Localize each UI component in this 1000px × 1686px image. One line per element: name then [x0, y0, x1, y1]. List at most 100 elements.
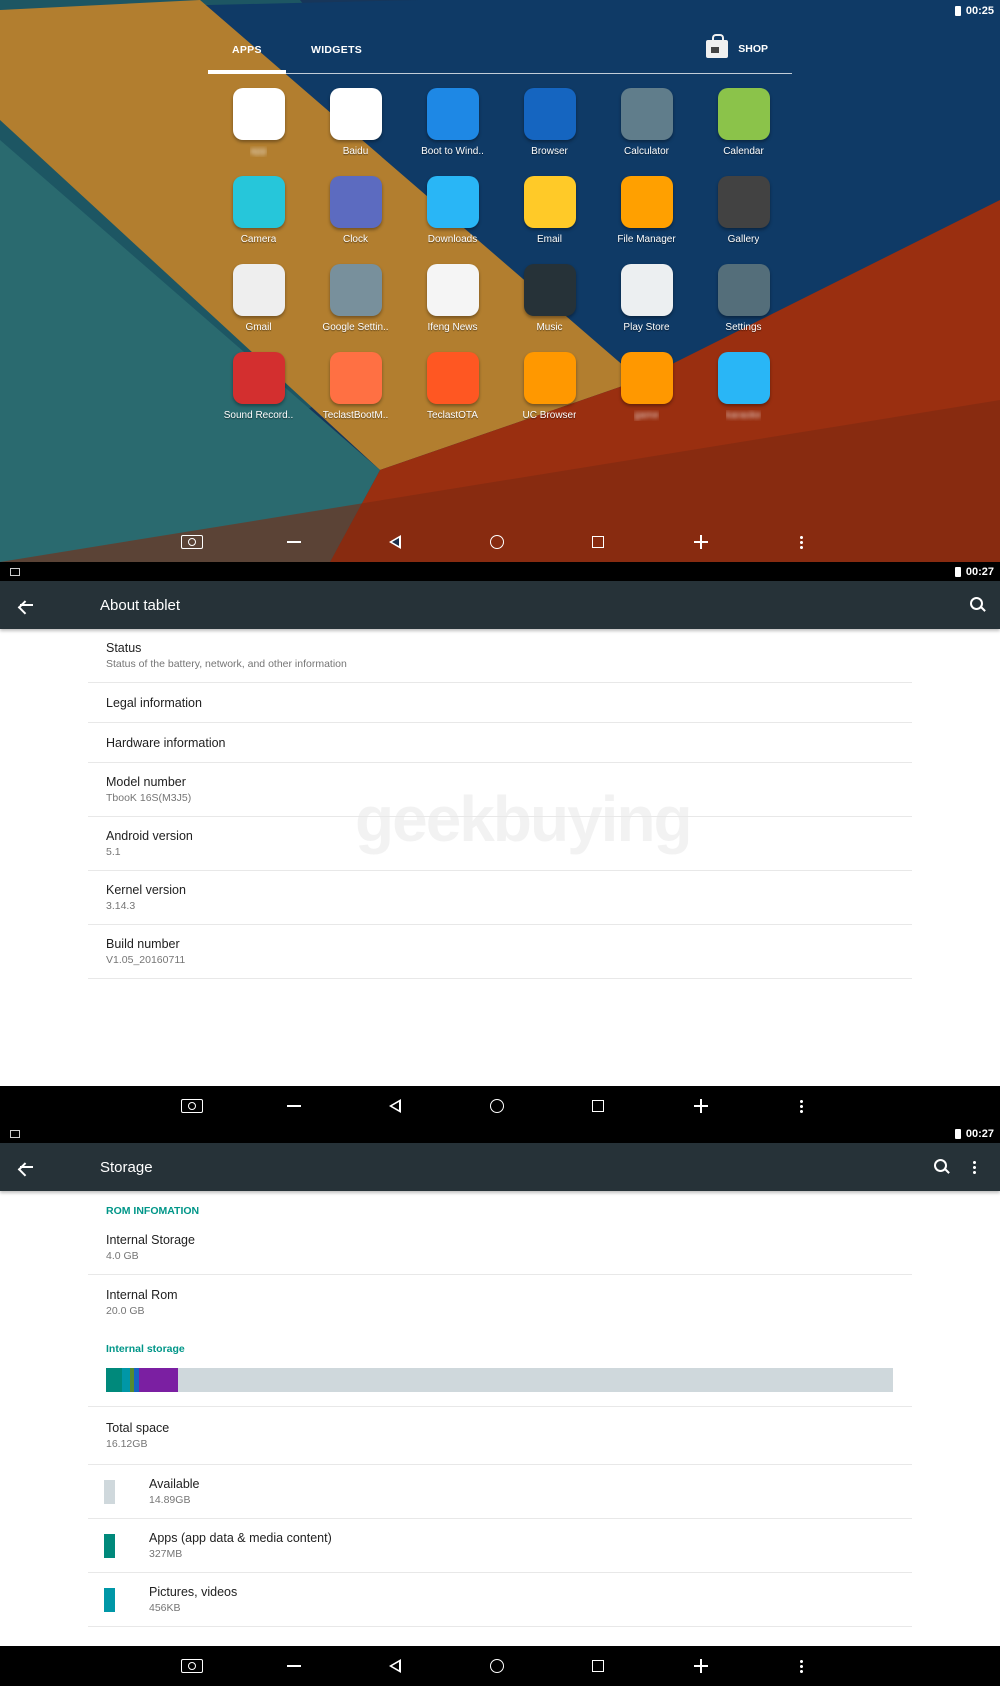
app-label: Camera [240, 234, 277, 245]
storage-list: ROM INFOMATION Internal Storage 4.0 GB Int… [0, 1191, 1000, 1627]
storage-usage-bar [106, 1368, 893, 1392]
about-item-status[interactable]: Status Status of the battery, network, an… [88, 629, 912, 683]
back-button[interactable] [380, 1656, 410, 1673]
app-label: UC Browser [522, 410, 577, 421]
back-button[interactable] [380, 532, 410, 549]
volume-down-button[interactable] [279, 1096, 309, 1107]
back-button[interactable] [380, 1096, 410, 1113]
app-gmail[interactable]: Gmail [210, 264, 307, 352]
menu-button[interactable] [786, 532, 816, 549]
rom-item-internal-rom[interactable]: Internal Rom 20.0 GB [88, 1275, 912, 1329]
home-circle-icon [490, 1099, 504, 1113]
volume-up-button[interactable] [686, 532, 716, 549]
home-button[interactable] [482, 1656, 512, 1673]
app-camera[interactable]: Camera [210, 176, 307, 264]
app-label: Ifeng News [427, 322, 478, 333]
item-subtitle: 5.1 [106, 846, 121, 858]
menu-button[interactable] [786, 1656, 816, 1673]
app-music[interactable]: Music [501, 264, 598, 352]
home-button[interactable] [482, 532, 512, 549]
recents-button[interactable] [583, 1096, 613, 1112]
navigation-bar [0, 1646, 1000, 1686]
app-baidu[interactable]: Baidu [307, 88, 404, 176]
menu-button[interactable] [786, 1096, 816, 1113]
app-file-manager[interactable]: File Manager [598, 176, 695, 264]
screenshot-button[interactable] [177, 1096, 207, 1113]
search-icon[interactable] [934, 1159, 950, 1175]
baidu-paw-icon [329, 88, 382, 140]
back-arrow-icon[interactable] [18, 597, 34, 613]
app-grid: app Baidu Boot to Wind.. Browser Calculator C… [210, 88, 792, 440]
about-item-kernel-version[interactable]: Kernel version 3.14.3 [88, 871, 912, 925]
recents-button[interactable] [583, 1656, 613, 1672]
gmail-icon [232, 264, 285, 316]
total-space-row[interactable]: Total space 16.12GB [88, 1407, 912, 1465]
app-hidden-23[interactable]: karaoke [695, 352, 792, 440]
about-item-build-number[interactable]: Build number V1.05_20160711 [88, 925, 912, 979]
app-teclastbootm[interactable]: TeclastBootM.. [307, 352, 404, 440]
item-title: Android version [106, 829, 193, 843]
storage-bar-row [88, 1365, 912, 1407]
minus-icon [287, 1105, 301, 1107]
back-arrow-icon[interactable] [18, 1159, 34, 1175]
more-vert-icon[interactable] [973, 1160, 976, 1174]
app-downloads[interactable]: Downloads [404, 176, 501, 264]
back-triangle-icon [389, 535, 401, 549]
volume-up-button[interactable] [686, 1656, 716, 1673]
app-boot-to-wind[interactable]: Boot to Wind.. [404, 88, 501, 176]
app-calculator[interactable]: Calculator [598, 88, 695, 176]
tab-widgets[interactable]: WIDGETS [311, 44, 362, 56]
app-ifeng-news[interactable]: Ifeng News [404, 264, 501, 352]
storage-legend-available[interactable]: Available 14.89GB [88, 1465, 912, 1519]
screenshot-button[interactable] [177, 532, 207, 549]
about-item-legal-information[interactable]: Legal information [88, 683, 912, 723]
app-calendar[interactable]: Calendar [695, 88, 792, 176]
toggle-icon [329, 352, 382, 404]
recents-button[interactable] [583, 532, 613, 548]
app-clock[interactable]: Clock [307, 176, 404, 264]
app-hidden-22[interactable]: game [598, 352, 695, 440]
toolbar: Storage [0, 1143, 1000, 1191]
about-item-hardware-information[interactable]: Hardware information [88, 723, 912, 763]
storage-legend-apps[interactable]: Apps (app data & media content) 327MB [88, 1519, 912, 1573]
storage-legend-pictures[interactable]: Pictures, videos 456KB [88, 1573, 912, 1627]
app-settings[interactable]: Settings [695, 264, 792, 352]
recents-square-icon [592, 536, 604, 548]
volume-down-button[interactable] [279, 1656, 309, 1667]
app-play-store[interactable]: Play Store [598, 264, 695, 352]
more-vert-icon [799, 535, 803, 549]
speaker-icon [523, 264, 576, 316]
toolbar: About tablet [0, 581, 1000, 629]
minus-icon [287, 1665, 301, 1667]
about-item-model-number[interactable]: Model number TbooK 16S(M3J5) [88, 763, 912, 817]
app-label: File Manager [617, 234, 676, 245]
app-google-settin[interactable]: Google Settin.. [307, 264, 404, 352]
app-teclastota[interactable]: TeclastOTA [404, 352, 501, 440]
app-gallery[interactable]: Gallery [695, 176, 792, 264]
status-bar: 00:27 [0, 562, 1000, 581]
app-browser[interactable]: Browser [501, 88, 598, 176]
navigation-bar [0, 522, 1000, 562]
app-email[interactable]: Email [501, 176, 598, 264]
shop-button[interactable]: SHOP [706, 34, 768, 58]
play-store-icon [620, 264, 673, 316]
download-icon [426, 176, 479, 228]
tab-apps[interactable]: APPS [232, 44, 262, 56]
internal-storage-header: Internal storage [106, 1343, 185, 1355]
screenshot-button[interactable] [177, 1656, 207, 1673]
app-uc-browser[interactable]: UC Browser [501, 352, 598, 440]
google-settings-icon [329, 264, 382, 316]
search-icon[interactable] [970, 597, 986, 613]
app-sound-record[interactable]: Sound Record.. [210, 352, 307, 440]
app-hidden-0[interactable]: app [210, 88, 307, 176]
about-item-android-version[interactable]: Android version 5.1 [88, 817, 912, 871]
item-title: Pictures, videos [149, 1585, 238, 1599]
rom-item-internal-storage[interactable]: Internal Storage 4.0 GB [88, 1221, 912, 1275]
volume-up-button[interactable] [686, 1096, 716, 1113]
home-button[interactable] [482, 1096, 512, 1113]
app-label: Play Store [623, 322, 670, 333]
status-bar: 00:27 [0, 1124, 1000, 1143]
volume-down-button[interactable] [279, 532, 309, 543]
app-label: Baidu [342, 146, 369, 157]
screenshot-icon [181, 1099, 203, 1113]
